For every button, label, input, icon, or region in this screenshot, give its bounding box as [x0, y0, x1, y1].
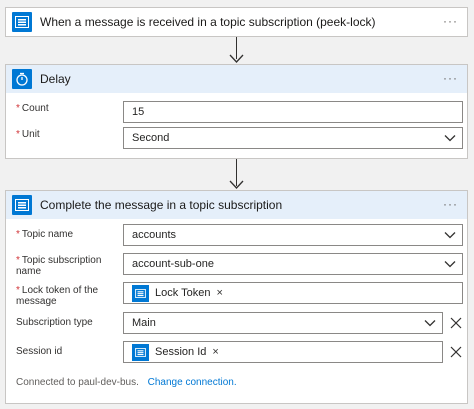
remove-token-icon[interactable]: ×: [212, 346, 218, 358]
complete-message-card[interactable]: Complete the message in a topic subscrip…: [5, 190, 468, 404]
connection-footer: Connected to paul-dev-bus. Change connec…: [16, 377, 237, 388]
topic-name-row: * Topic name accounts: [16, 224, 463, 246]
subscription-type-dropdown[interactable]: Main: [123, 312, 443, 334]
unit-label-text: Unit: [21, 129, 40, 140]
delay-card[interactable]: Delay ··· * Count 15 * Unit Second: [5, 64, 468, 159]
trigger-card-header[interactable]: When a message is received in a topic su…: [6, 8, 467, 36]
arrow-down-icon: [229, 54, 244, 63]
delay-title: Delay: [40, 72, 71, 86]
session-id-chip[interactable]: Session Id ×: [132, 343, 219, 361]
delay-card-header[interactable]: Delay ···: [6, 65, 467, 93]
lock-token-chip-label: Lock Token: [155, 287, 211, 299]
session-id-input[interactable]: Session Id ×: [123, 341, 443, 363]
topic-name-dropdown[interactable]: accounts: [123, 224, 463, 246]
lock-token-input[interactable]: Lock Token ×: [123, 282, 463, 304]
required-marker: *: [16, 285, 20, 296]
session-id-chip-label: Session Id: [155, 346, 207, 358]
subscription-name-dropdown[interactable]: account-sub-one: [123, 253, 463, 275]
subscription-name-value: account-sub-one: [132, 258, 214, 270]
lock-token-label-text: Lock token of the message: [16, 285, 99, 307]
change-connection-link[interactable]: Change connection.: [148, 377, 237, 388]
complete-title: Complete the message in a topic subscrip…: [40, 198, 283, 212]
required-marker: *: [16, 129, 20, 140]
clear-field-icon[interactable]: [449, 316, 463, 330]
remove-token-icon[interactable]: ×: [216, 287, 222, 299]
subscription-type-row: Subscription type Main: [16, 312, 462, 334]
clear-field-icon[interactable]: [449, 345, 463, 359]
topic-name-label: * Topic name: [16, 229, 116, 240]
session-id-row: Session id Session Id ×: [16, 341, 462, 363]
lock-token-chip[interactable]: Lock Token ×: [132, 284, 223, 302]
more-options-icon[interactable]: ···: [443, 15, 458, 27]
more-options-icon[interactable]: ···: [443, 72, 458, 84]
subscription-name-label-text: Topic subscription name: [16, 255, 102, 277]
subscription-name-row: * Topic subscription name account-sub-one: [16, 253, 463, 277]
trigger-title: When a message is received in a topic su…: [40, 15, 376, 29]
count-value: 15: [132, 106, 145, 118]
topic-name-label-text: Topic name: [21, 229, 74, 240]
session-id-label: Session id: [16, 346, 63, 357]
lock-token-label: * Lock token of the message: [16, 285, 116, 307]
unit-dropdown[interactable]: Second: [123, 127, 463, 149]
chevron-down-icon: [444, 232, 456, 239]
subscription-name-label: * Topic subscription name: [16, 255, 116, 277]
service-bus-icon: [12, 12, 32, 32]
service-bus-icon: [12, 195, 32, 215]
chevron-down-icon: [444, 261, 456, 268]
required-marker: *: [16, 255, 20, 266]
trigger-card[interactable]: When a message is received in a topic su…: [5, 7, 468, 37]
unit-label: * Unit: [16, 129, 116, 140]
complete-card-header[interactable]: Complete the message in a topic subscrip…: [6, 191, 467, 219]
connection-status-text: Connected to paul-dev-bus.: [16, 377, 139, 388]
count-row: * Count 15: [16, 101, 463, 123]
topic-name-value: accounts: [132, 229, 177, 241]
required-marker: *: [16, 103, 20, 114]
unit-value: Second: [132, 132, 170, 144]
more-options-icon[interactable]: ···: [443, 198, 458, 210]
lock-token-row: * Lock token of the message Lock Token ×: [16, 282, 463, 307]
count-label: * Count: [16, 103, 116, 114]
service-bus-icon: [132, 343, 149, 361]
flow-designer-canvas: When a message is received in a topic su…: [0, 0, 474, 409]
chevron-down-icon: [424, 320, 436, 327]
subscription-type-value: Main: [132, 317, 156, 329]
service-bus-icon: [132, 284, 149, 302]
unit-row: * Unit Second: [16, 127, 463, 149]
timer-icon: [12, 69, 32, 89]
subscription-type-label: Subscription type: [16, 317, 93, 328]
count-label-text: Count: [21, 103, 49, 114]
count-input[interactable]: 15: [123, 101, 463, 123]
chevron-down-icon: [444, 135, 456, 142]
required-marker: *: [16, 229, 20, 240]
arrow-down-icon: [229, 180, 244, 189]
